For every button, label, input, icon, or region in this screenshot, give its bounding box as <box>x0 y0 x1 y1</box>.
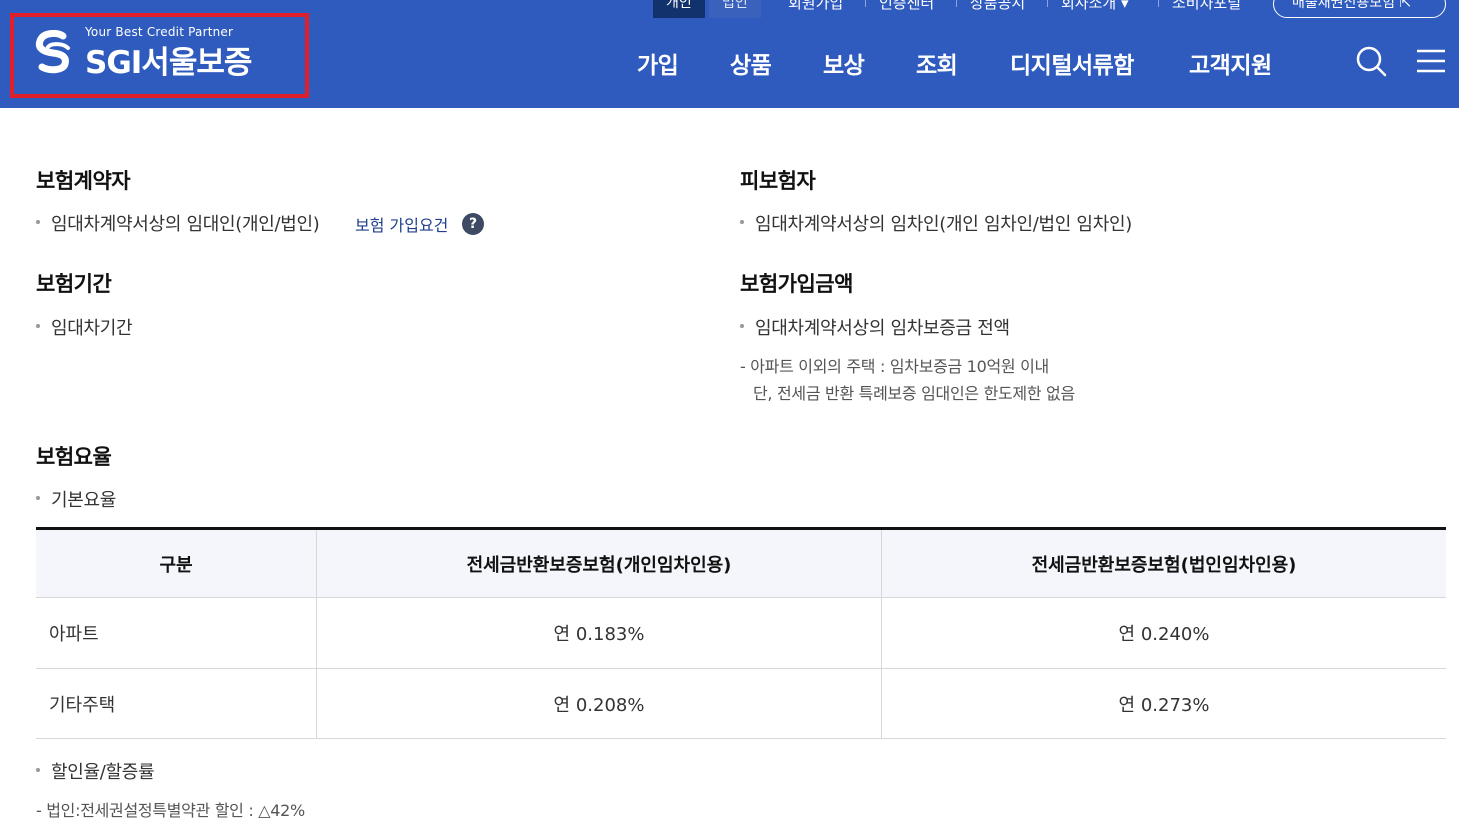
gnb-digital-docs[interactable]: 디지털서류함 <box>1010 46 1134 80</box>
util-link-signup[interactable]: 회원가입 <box>788 0 843 14</box>
gnb-compensation[interactable]: 보상 <box>823 46 865 80</box>
table-cell: 연 0.240% <box>1118 624 1210 645</box>
menu-icon[interactable] <box>1415 45 1447 77</box>
table-row: 기타주택 연 0.208% 연 0.273% <box>36 669 1446 739</box>
table-row: 아파트 연 0.183% 연 0.240% <box>36 598 1446 669</box>
util-divider <box>1158 0 1159 7</box>
gnb-inquiry[interactable]: 조회 <box>916 46 958 80</box>
policyholder-item: 임대차계약서상의 임대인(개인/법인) <box>36 210 320 236</box>
rate-title: 보험요율 <box>36 445 112 469</box>
policyholder-title: 보험계약자 <box>36 169 131 193</box>
search-icon[interactable] <box>1355 45 1387 77</box>
discount-rate-label: 할인율/할증률 <box>36 758 155 784</box>
period-title: 보험기간 <box>36 272 112 296</box>
util-link-cert-center[interactable]: 인증센터 <box>879 0 934 14</box>
join-requirements-link[interactable]: 보험 가입요건 <box>355 212 448 236</box>
sgi-logo-icon[interactable] <box>33 30 75 74</box>
util-divider <box>956 0 957 7</box>
util-link-company[interactable]: 회사소개 ▾ <box>1061 0 1129 14</box>
table-cell: 아파트 <box>49 624 99 645</box>
amount-title: 보험가입금액 <box>740 272 853 296</box>
table-header-cell: 구분 <box>159 554 193 576</box>
amount-item: 임대차계약서상의 임차보증금 전액 <box>740 314 1010 340</box>
util-link-consumer-portal[interactable]: 소비자포털 <box>1172 0 1241 14</box>
amount-note-1: - 아파트 이외의 주택 : 임차보증금 10억원 이내 <box>740 357 1049 376</box>
table-cell: 연 0.273% <box>1118 694 1210 716</box>
util-tab-personal[interactable]: 개인 <box>653 0 705 18</box>
util-divider <box>865 0 866 7</box>
table-header-row: 구분 전세금반환보증보험(개인임차인용) 전세금반환보증보험(법인임차인용) <box>36 530 1446 598</box>
gnb-join[interactable]: 가입 <box>637 46 679 80</box>
basic-rate-label: 기본요율 <box>36 486 116 512</box>
insured-item: 임대차계약서상의 임차인(개인 임차인/법인 임차인) <box>740 210 1132 236</box>
table-cell: 연 0.208% <box>553 694 645 716</box>
gnb-customer-support[interactable]: 고객지원 <box>1189 46 1272 80</box>
util-tab-corporate[interactable]: 법인 <box>709 0 761 18</box>
table-header-cell: 전세금반환보증보험(개인임차인용) <box>466 554 732 576</box>
help-icon[interactable]: ? <box>462 213 484 235</box>
insured-title: 피보험자 <box>740 169 816 193</box>
amount-note-2: 단, 전세금 반환 특례보증 임대인은 한도제한 없음 <box>753 384 1075 403</box>
table-cell: 연 0.183% <box>553 624 645 645</box>
logo-text[interactable]: SGI서울보증 <box>85 37 252 82</box>
table-header-cell: 전세금반환보증보험(법인임차인용) <box>1031 554 1297 576</box>
period-item: 임대차기간 <box>36 314 133 340</box>
util-divider <box>1047 0 1048 7</box>
gnb-products[interactable]: 상품 <box>730 46 772 80</box>
util-link-disclosure[interactable]: 상품공시 <box>970 0 1025 14</box>
table-cell: 기타주택 <box>49 694 116 716</box>
trade-credit-insurance-button[interactable]: 매출채권신용보험 ⇱ <box>1273 0 1446 18</box>
site-header: 개인 법인 회원가입 인증센터 상품공시 회사소개 ▾ 소비자포털 매출채권신용… <box>0 0 1459 108</box>
discount-note: - 법인:전세권설정특별약관 할인 : △42% <box>36 801 305 820</box>
